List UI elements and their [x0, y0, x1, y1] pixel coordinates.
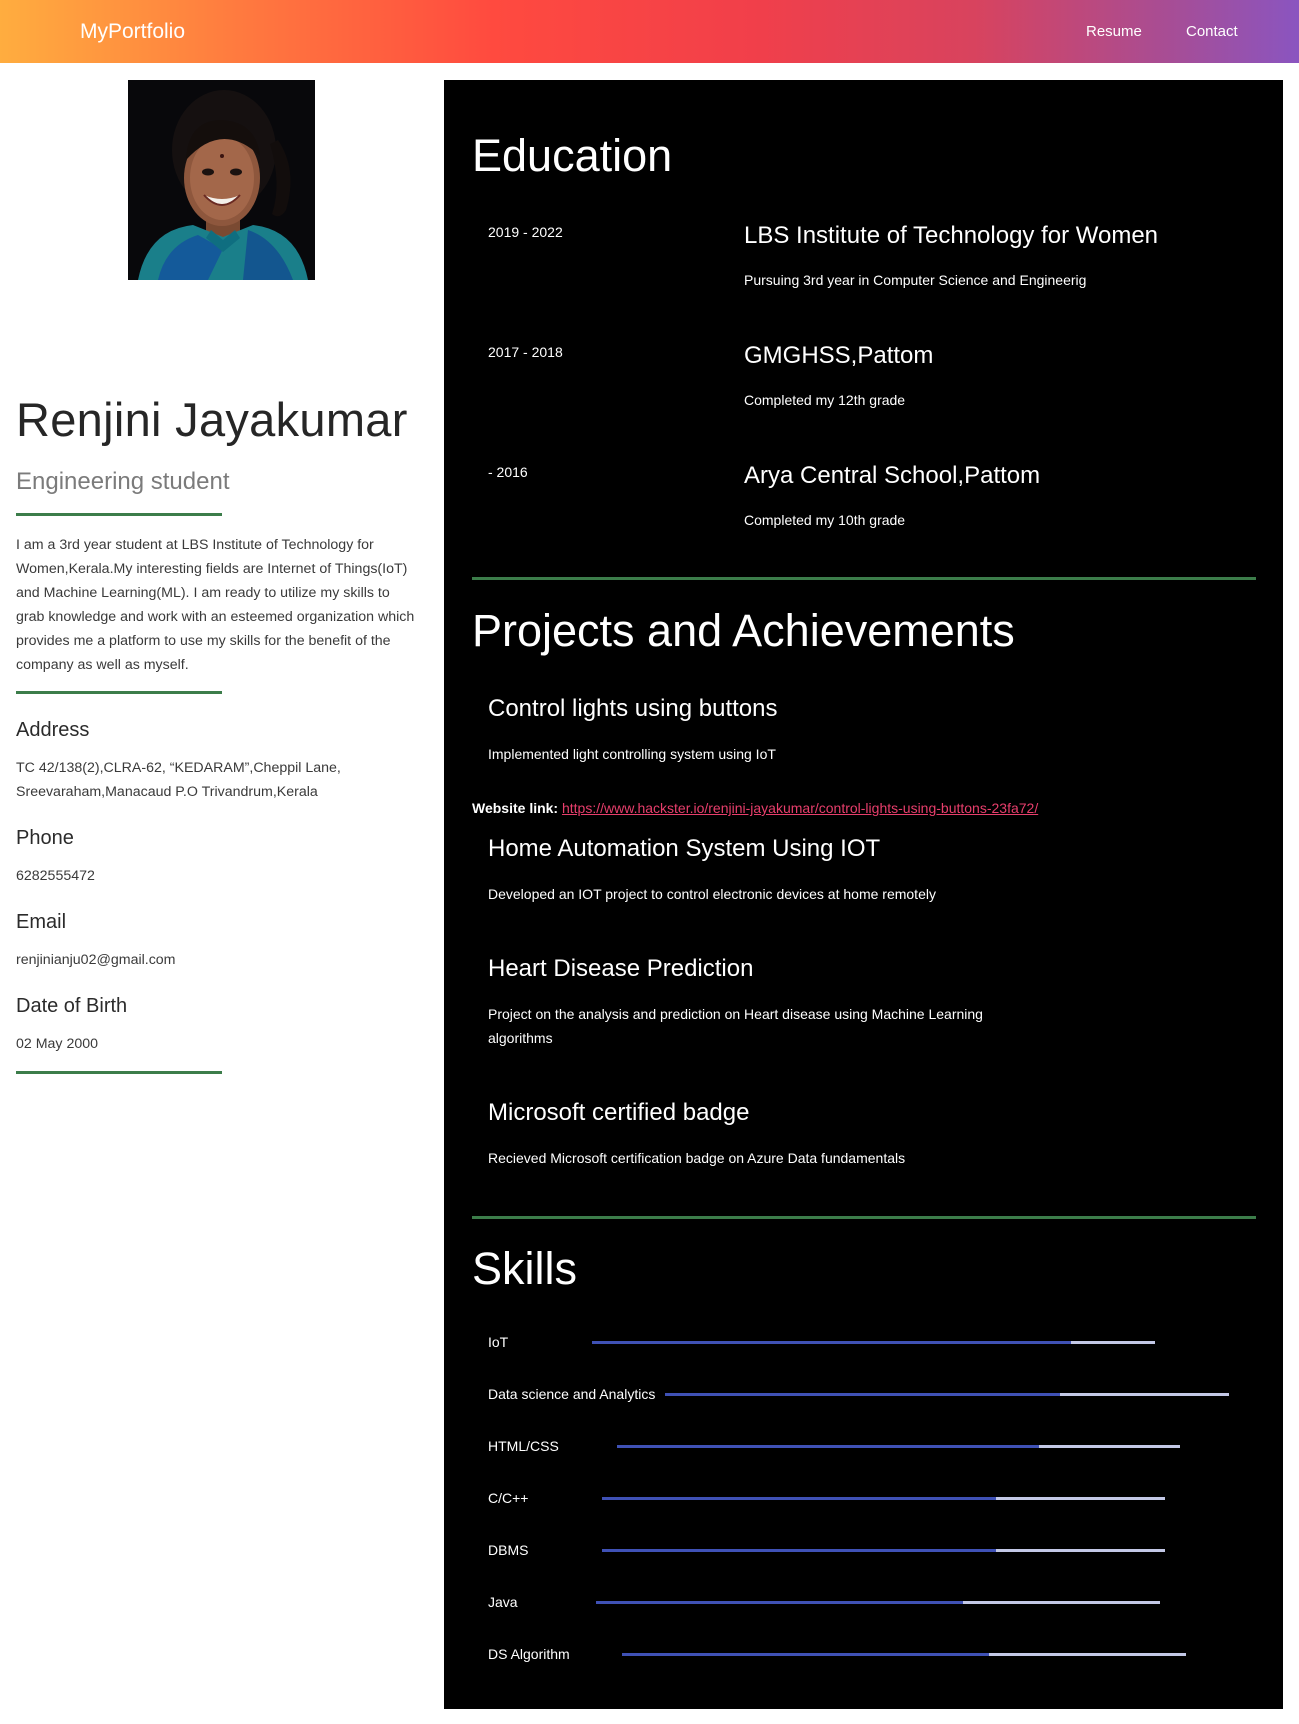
profile-role: Engineering student — [16, 468, 230, 495]
skill-bar — [602, 1549, 1165, 1552]
skill-label: Java — [488, 1594, 518, 1610]
divider — [16, 691, 222, 694]
skill-label: C/C++ — [488, 1490, 529, 1506]
education-desc: Completed my 12th grade — [744, 392, 906, 408]
nav-resume-link[interactable]: Resume — [1086, 23, 1142, 40]
dob-value: 02 May 2000 — [16, 1036, 99, 1052]
brand-link[interactable]: MyPortfolio — [80, 20, 185, 44]
phone-heading: Phone — [16, 827, 74, 849]
skill-bar — [622, 1653, 1186, 1656]
nav-contact-link[interactable]: Contact — [1186, 23, 1238, 40]
skills-title: Skills — [472, 1243, 578, 1294]
education-years: 2017 - 2018 — [488, 344, 563, 360]
dob-heading: Date of Birth — [16, 995, 128, 1017]
skill-bar-fill — [596, 1601, 963, 1604]
education-school: GMGHSS,Pattom — [744, 342, 934, 369]
navbar: MyPortfolio Resume Contact — [0, 0, 1299, 63]
education-years: - 2016 — [488, 464, 528, 480]
education-title: Education — [472, 130, 673, 181]
skill-bar-fill — [665, 1393, 1060, 1396]
projects-title: Projects and Achievements — [472, 605, 1015, 656]
project-desc: Developed an IOT project to control elec… — [488, 886, 936, 902]
skill-label: HTML/CSS — [488, 1438, 559, 1454]
skill-label: DBMS — [488, 1542, 529, 1558]
project-desc: Project on the analysis and prediction o… — [488, 1006, 983, 1046]
skill-bar — [592, 1341, 1155, 1344]
address-heading: Address — [16, 719, 90, 741]
skill-bar — [665, 1393, 1229, 1396]
skill-bar-fill — [622, 1653, 989, 1656]
resume-panel: Education 2019 - 2022 LBS Institute of T… — [444, 80, 1283, 1709]
divider — [472, 1216, 1256, 1219]
skill-bar-fill — [592, 1341, 1071, 1344]
website-link-row: Website link: https://www.hackster.io/re… — [472, 800, 1038, 816]
address-value: TC 42/138(2),CLRA-62, “KEDARAM”,Cheppil … — [16, 760, 341, 800]
education-school: Arya Central School,Pattom — [744, 462, 1041, 489]
project-title: Control lights using buttons — [488, 695, 778, 722]
project-title: Home Automation System Using IOT — [488, 835, 881, 862]
profile-name: Renjini Jayakumar — [16, 393, 408, 446]
skill-label: DS Algorithm — [488, 1646, 570, 1662]
website-link[interactable]: https://www.hackster.io/renjini-jayakuma… — [562, 800, 1038, 816]
skill-label: Data science and Analytics — [488, 1386, 656, 1402]
project-title: Heart Disease Prediction — [488, 955, 754, 982]
skill-bar-fill — [602, 1497, 997, 1500]
skill-bar-fill — [617, 1445, 1040, 1448]
skill-bar — [617, 1445, 1180, 1448]
skill-bar — [602, 1497, 1165, 1500]
skill-bar — [596, 1601, 1160, 1604]
project-title: Microsoft certified badge — [488, 1099, 750, 1126]
skill-label: IoT — [488, 1334, 509, 1350]
education-school: LBS Institute of Technology for Women — [744, 222, 1159, 249]
website-link-label: Website link: — [472, 800, 559, 816]
email-heading: Email — [16, 911, 67, 933]
about-text: I am a 3rd year student at LBS Institute… — [16, 537, 415, 673]
education-desc: Pursuing 3rd year in Computer Science an… — [744, 272, 1087, 288]
email-value: renjinianju02@gmail.com — [16, 952, 176, 968]
phone-value: 6282555472 — [16, 868, 95, 884]
project-desc: Recieved Microsoft certification badge o… — [488, 1150, 906, 1166]
skill-bar-fill — [602, 1549, 997, 1552]
divider — [472, 577, 1256, 580]
divider — [16, 513, 222, 516]
profile-photo — [128, 80, 315, 280]
divider — [16, 1071, 222, 1074]
project-desc: Implemented light controlling system usi… — [488, 746, 776, 762]
education-years: 2019 - 2022 — [488, 224, 563, 240]
education-desc: Completed my 10th grade — [744, 512, 906, 528]
